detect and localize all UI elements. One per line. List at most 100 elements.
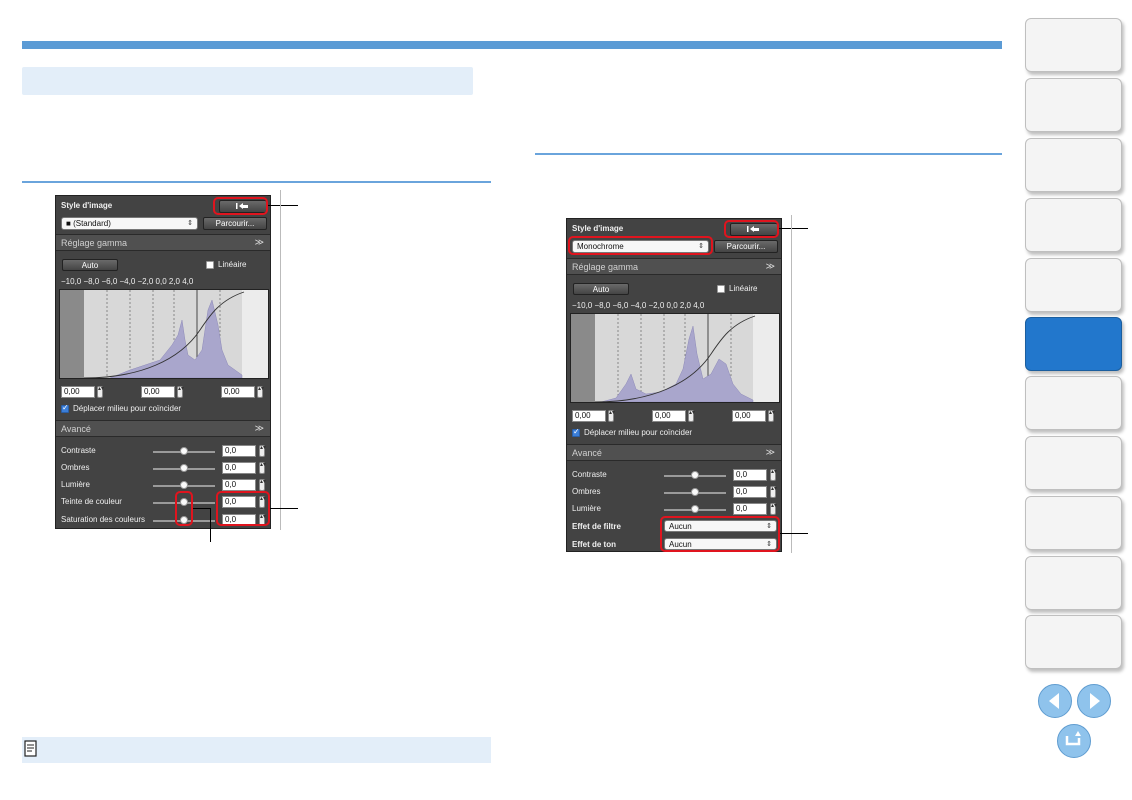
color-tone-label: Teinte de couleur [61,497,122,506]
nav-tab-8[interactable] [1025,436,1122,490]
callout-leader [780,533,808,534]
callout-leader [270,508,298,509]
advanced-section-header[interactable]: Avancé ≫ [567,444,781,461]
highlights-label: Lumière [572,504,601,513]
section-divider-right [535,153,1002,155]
gamma-histogram[interactable] [570,313,780,403]
shadows-spinner[interactable]: ▴▾ [770,486,777,498]
section-heading-box [22,67,473,95]
callout-knob-highlight [175,491,193,526]
shadows-slider-knob[interactable] [691,488,699,496]
advanced-title: Avancé [572,448,602,458]
nav-tab-11[interactable] [1025,615,1122,669]
gamma-spinner-right[interactable]: ▴▾ [768,410,775,422]
auto-button[interactable]: Auto [573,283,629,295]
shadows-label: Ombres [572,487,601,496]
nav-tab-3[interactable] [1025,138,1122,192]
gamma-title: Réglage gamma [572,262,639,272]
callout-bracket [280,190,281,530]
move-midpoint-checkbox[interactable] [572,427,580,437]
picture-style-select[interactable]: ■ (Standard) ⇕ [61,217,198,230]
gamma-value-middle[interactable]: 0,00 [652,410,686,422]
toning-effect-label: Effet de ton [572,540,616,549]
chevron-down-icon: ≫ [254,423,264,433]
auto-button[interactable]: Auto [62,259,118,271]
gamma-value-left[interactable]: 0,00 [572,410,606,422]
gamma-spinner-middle[interactable]: ▴▾ [177,386,184,398]
callout-reset-highlight [724,220,779,238]
nav-tab-1[interactable] [1025,18,1122,72]
picture-style-value: (Standard) [73,219,111,228]
gamma-value-middle[interactable]: 0,00 [141,386,175,398]
gamma-spinner-left[interactable]: ▴▾ [608,410,615,422]
callout-style-select-highlight [568,236,713,255]
shadows-slider-knob[interactable] [180,464,188,472]
style-label: Style d'image [572,224,624,233]
next-page-button[interactable] [1077,684,1111,718]
contrast-spinner[interactable]: ▴▾ [770,469,777,481]
callout-value-highlight [216,491,270,526]
memo-icon [24,740,37,757]
header-bar [22,41,1002,49]
nav-tab-6-active[interactable] [1025,317,1122,371]
contrast-slider-knob[interactable] [180,447,188,455]
shadows-spinner[interactable]: ▴▾ [259,462,266,474]
highlights-value[interactable]: 0,0 [733,503,767,515]
gamma-value-left[interactable]: 0,00 [61,386,95,398]
gamma-section-header[interactable]: Réglage gamma ≫ [56,234,270,251]
camera-icon: ■ [66,219,74,228]
highlights-slider-knob[interactable] [691,505,699,513]
contrast-spinner[interactable]: ▴▾ [259,445,266,457]
gamma-value-right[interactable]: 0,00 [732,410,766,422]
gamma-spinner-left[interactable]: ▴▾ [97,386,104,398]
callout-leader [779,228,808,229]
section-divider-left [22,181,491,183]
gamma-spinner-middle[interactable]: ▴▾ [688,410,695,422]
nav-tab-4[interactable] [1025,198,1122,252]
gamma-title: Réglage gamma [61,238,128,248]
advanced-section-header[interactable]: Avancé ≫ [56,420,270,437]
linear-checkbox[interactable] [206,261,214,269]
contrast-value[interactable]: 0,0 [222,445,256,457]
memo-box [22,737,491,763]
style-label: Style d'image [61,201,113,210]
linear-checkbox[interactable] [717,285,725,293]
shadows-value[interactable]: 0,0 [733,486,767,498]
return-icon [1065,731,1081,746]
nav-tab-9[interactable] [1025,496,1122,550]
browse-button[interactable]: Parcourir... [714,240,778,253]
gamma-section-header[interactable]: Réglage gamma ≫ [567,258,781,275]
filter-effect-label: Effet de filtre [572,522,621,531]
nav-tab-5[interactable] [1025,258,1122,312]
gamma-tick-labels: −10,0 −8,0 −6,0 −4,0 −2,0 0,0 2,0 4,0 [572,301,705,310]
callout-bracket [791,215,792,553]
browse-button[interactable]: Parcourir... [203,217,267,230]
callout-reset-highlight [213,197,268,215]
move-midpoint-label: Déplacer milieu pour coïncider [584,428,693,437]
return-button[interactable] [1057,724,1091,758]
nav-tab-2[interactable] [1025,78,1122,132]
gamma-value-right[interactable]: 0,00 [221,386,255,398]
highlights-value[interactable]: 0,0 [222,479,256,491]
previous-page-icon [1049,693,1059,709]
picture-style-panel-monochrome: Style d'image Monochrome ⇕ Parcourir... R… [566,218,782,552]
highlights-slider-knob[interactable] [180,481,188,489]
highlights-spinner[interactable]: ▴▾ [259,479,266,491]
previous-page-button[interactable] [1038,684,1072,718]
callout-leader [210,508,211,542]
shadows-value[interactable]: 0,0 [222,462,256,474]
advanced-title: Avancé [61,424,91,434]
contrast-slider-knob[interactable] [691,471,699,479]
nav-tab-10[interactable] [1025,556,1122,610]
gamma-spinner-right[interactable]: ▴▾ [257,386,264,398]
move-midpoint-checkbox[interactable] [61,403,69,413]
callout-leader [193,508,211,509]
highlights-spinner[interactable]: ▴▾ [770,503,777,515]
nav-tab-7[interactable] [1025,376,1122,430]
linear-label: Linéaire [729,284,758,293]
contrast-label: Contraste [572,470,607,479]
chevron-down-icon: ≫ [765,261,775,271]
gamma-histogram[interactable] [59,289,269,379]
contrast-value[interactable]: 0,0 [733,469,767,481]
color-saturation-label: Saturation des couleurs [61,515,146,524]
